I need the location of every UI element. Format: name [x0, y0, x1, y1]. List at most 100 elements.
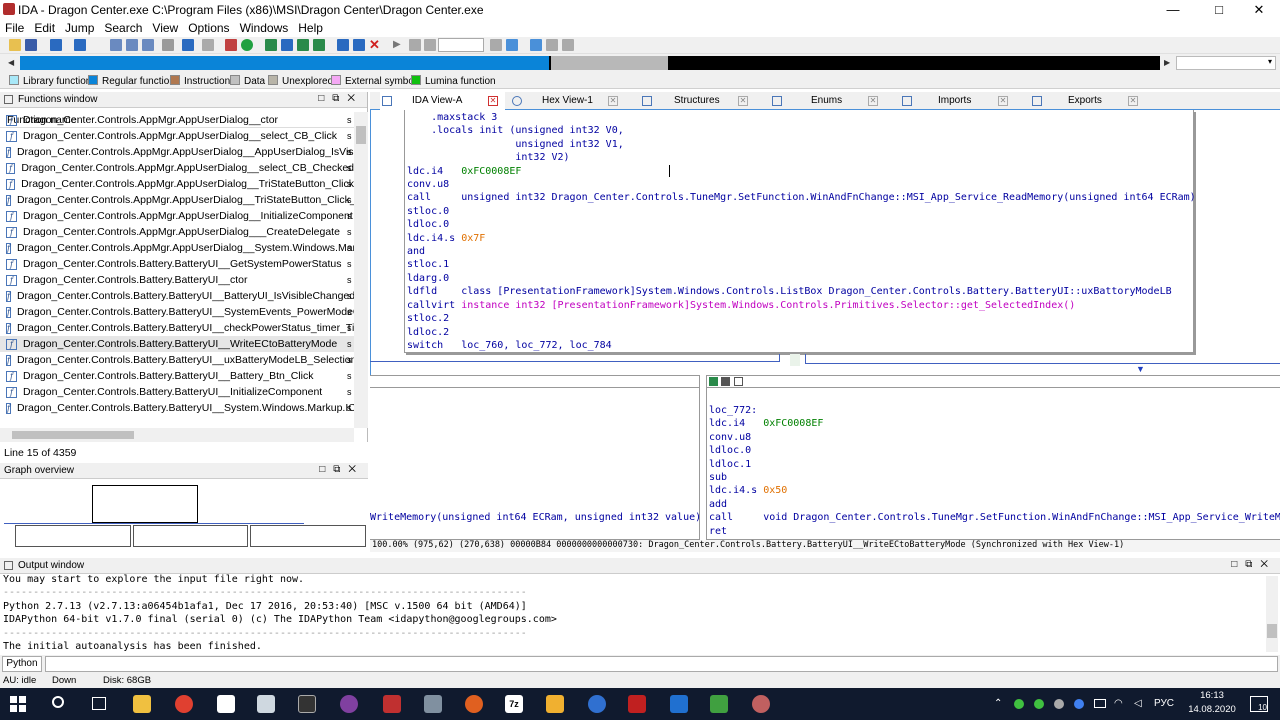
app-icon-3[interactable]	[424, 695, 442, 713]
tool-icon-1[interactable]	[265, 39, 277, 51]
code-line[interactable]: sub	[709, 471, 1280, 484]
code-line[interactable]: ldfld class [PresentationFramework]Syste…	[407, 285, 1196, 298]
node-color-icon[interactable]	[709, 377, 718, 386]
function-row[interactable]: f Dragon_Center.Controls.Battery.BatteryU…	[0, 256, 354, 272]
app-icon-4[interactable]	[546, 695, 564, 713]
tool-icon-6[interactable]	[353, 39, 365, 51]
menu-jump[interactable]: Jump	[60, 20, 99, 36]
tab-close-icon[interactable]: ✕	[1128, 96, 1138, 106]
function-row[interactable]: f Dragon_Center.Controls.Battery.BatteryU…	[0, 288, 354, 304]
run-icon[interactable]	[241, 39, 253, 51]
chrome-icon[interactable]	[175, 695, 193, 713]
debug-icon-4[interactable]	[546, 39, 558, 51]
code-line[interactable]: ldc.i4.s 0x50	[709, 484, 1280, 497]
code-line[interactable]: stloc.1	[407, 258, 1196, 271]
firefox-icon[interactable]	[465, 695, 483, 713]
function-row[interactable]: f Dragon_Center.Controls.Battery.BatteryU…	[0, 304, 354, 320]
code-line[interactable]: .locals init (unsigned int32 V0,	[407, 124, 1196, 137]
close-button[interactable]: ✕	[1236, 0, 1280, 20]
code-line[interactable]: ldloc.1	[709, 458, 1280, 471]
app-icon-5[interactable]	[710, 695, 728, 713]
language-indicator[interactable]: РУС	[1154, 698, 1174, 709]
tool-icon-3[interactable]	[297, 39, 309, 51]
tab-close-icon[interactable]: ✕	[488, 96, 498, 106]
code-line[interactable]: ldloc.0	[709, 444, 1280, 457]
app-icon-6[interactable]	[752, 695, 770, 713]
app-icon-2[interactable]	[340, 695, 358, 713]
function-row[interactable]: f Dragon_Center.Controls.Battery.BatteryU…	[0, 336, 354, 352]
play-icon[interactable]: ▶	[393, 39, 405, 51]
pane-controls[interactable]: □⧉✕	[1231, 559, 1276, 570]
function-row[interactable]: f Dragon_Center.Controls.Battery.BatteryU…	[0, 272, 354, 288]
python-button[interactable]: Python	[2, 656, 42, 672]
qbittorrent-icon[interactable]	[588, 695, 606, 713]
tab-structures[interactable]: Structures ✕	[640, 92, 765, 110]
overview-viewport[interactable]	[92, 485, 198, 523]
nav-left-arrow-icon[interactable]: ◀	[8, 58, 14, 67]
function-row[interactable]: f Dragon_Center.Controls.AppMgr.AppUserDi…	[0, 128, 354, 144]
menu-windows[interactable]: Windows	[235, 20, 294, 36]
code-line[interactable]: add	[709, 498, 1280, 511]
clock-time[interactable]: 16:13	[1184, 690, 1240, 701]
code-line[interactable]: switch loc_760, loc_772, loc_784	[407, 339, 1196, 352]
tab-imports[interactable]: Imports ✕	[900, 92, 1025, 110]
menu-help[interactable]: Help	[293, 20, 328, 36]
notifications-icon[interactable]: 10	[1250, 696, 1268, 712]
windows-start-icon[interactable]	[10, 696, 26, 712]
code-line[interactable]: ldc.i4 0xFC0008EF	[709, 417, 1280, 430]
ida-taskbar-icon[interactable]	[383, 695, 401, 713]
functions-vscrollbar[interactable]	[354, 112, 368, 428]
scroll-thumb[interactable]	[1267, 624, 1277, 638]
menu-options[interactable]: Options	[183, 20, 234, 36]
search-icon[interactable]	[52, 696, 64, 708]
pane-controls[interactable]: □⧉✕	[319, 464, 364, 475]
tool-icon-2[interactable]	[281, 39, 293, 51]
function-row[interactable]: f Dragon_Center.Controls.Battery.BatteryU…	[0, 384, 354, 400]
function-row[interactable]: f Dragon_Center.Controls.AppMgr.AppUserDi…	[0, 192, 354, 208]
code-line[interactable]: and	[407, 245, 1196, 258]
save-icon[interactable]	[25, 39, 37, 51]
defender-icon[interactable]	[670, 695, 688, 713]
function-row[interactable]: f Dragon_Center.Controls.Battery.BatteryU…	[0, 368, 354, 384]
function-row[interactable]: f Dragon_Center.Controls.AppMgr.AppUserDi…	[0, 208, 354, 224]
menu-view[interactable]: View	[147, 20, 183, 36]
terminal-icon[interactable]	[298, 695, 316, 713]
code-line[interactable]: ldloc.0	[407, 218, 1196, 231]
functions-hscrollbar[interactable]	[0, 428, 354, 442]
function-row[interactable]: f Dragon_Center.Controls.Battery.BatteryU…	[0, 320, 354, 336]
menu-edit[interactable]: Edit	[29, 20, 60, 36]
nav-select[interactable]: ▾	[1176, 56, 1276, 70]
menu-search[interactable]: Search	[99, 20, 147, 36]
graph-node-main[interactable]: .maxstack 3 .locals init (unsigned int32…	[404, 110, 1196, 353]
graph-overview-canvas[interactable]	[0, 479, 368, 551]
tray-icon-1[interactable]	[1014, 699, 1024, 709]
code-line[interactable]: ldarg.0	[407, 272, 1196, 285]
node-code-line[interactable]: WriteMemory(unsigned int64 ECRam, unsign…	[370, 511, 701, 524]
node-code[interactable]: .maxstack 3 .locals init (unsigned int32…	[407, 111, 1196, 352]
code-line[interactable]: callvirt instance int32 [PresentationFra…	[407, 299, 1196, 312]
function-row[interactable]: f Dragon_Center.Controls.AppMgr.AppUserDi…	[0, 240, 354, 256]
code-line[interactable]: conv.u8	[709, 431, 1280, 444]
output-scrollbar[interactable]	[1266, 576, 1278, 652]
search-icon[interactable]	[162, 39, 174, 51]
task-view-icon[interactable]	[92, 697, 106, 710]
tray-chevron-icon[interactable]: ⌃	[994, 698, 1002, 709]
debug-icon-2[interactable]	[506, 39, 518, 51]
tray-icon-2[interactable]	[1034, 699, 1044, 709]
code-line[interactable]: stloc.0	[407, 205, 1196, 218]
debugger-select[interactable]	[438, 38, 484, 52]
code-line[interactable]: int32 V2)	[407, 151, 1196, 164]
wifi-icon[interactable]: ◠	[1114, 698, 1123, 709]
tab-hex-view-1[interactable]: Hex View-1 ✕	[510, 92, 635, 110]
code-line[interactable]: ret	[709, 525, 1280, 538]
tab-ida-view-a[interactable]: IDA View-A ✕	[380, 92, 505, 110]
store-icon[interactable]	[217, 695, 235, 713]
binary-icon[interactable]	[142, 39, 154, 51]
tab-exports[interactable]: Exports ✕	[1030, 92, 1155, 110]
hscroll-thumb[interactable]	[12, 431, 134, 439]
function-row[interactable]: f Dragon_Center.Controls.AppMgr.AppUserDi…	[0, 160, 354, 176]
tab-enums[interactable]: Enums ✕	[770, 92, 895, 110]
debug-icon-3[interactable]	[530, 39, 542, 51]
msi-dragon-icon[interactable]	[628, 695, 646, 713]
stop-debug-icon[interactable]	[424, 39, 436, 51]
